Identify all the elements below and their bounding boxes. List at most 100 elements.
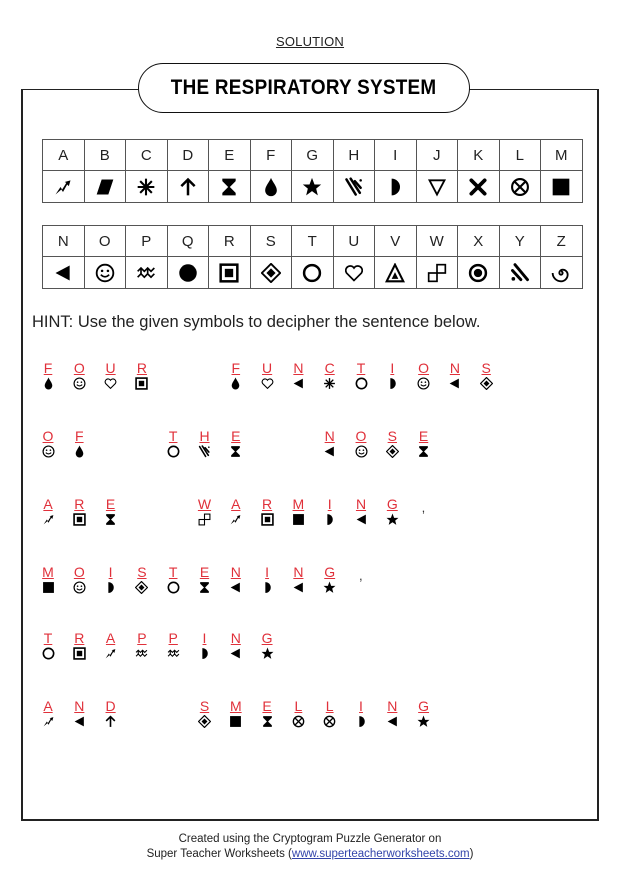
puzzle-cell: E [195, 564, 215, 596]
puzzle-cell: P [132, 630, 152, 662]
puzzle-cell: E [257, 698, 277, 730]
square-in-square-icon [73, 513, 86, 526]
triangle-left-icon [387, 716, 397, 727]
answer-letter: E [231, 428, 241, 444]
key-symbol-h [332, 170, 375, 203]
puzzle-cell: O [69, 564, 89, 596]
answer-letter: E [199, 564, 210, 580]
puzzle-cell: N [288, 360, 308, 392]
key-letter-a: A [42, 139, 85, 171]
key-symbol-u [332, 256, 375, 289]
answer-letter: I [390, 360, 395, 376]
answer-letter: M [229, 698, 242, 714]
square-in-square-icon [135, 377, 149, 390]
answer-letter: O [73, 564, 85, 580]
puzzle-cell: R [257, 496, 277, 528]
puzzle-cell: I [195, 630, 215, 662]
key-letter-s: S [249, 225, 292, 257]
puzzle-cell: L [320, 698, 340, 730]
puzzle-cell: R [132, 360, 152, 392]
puzzle-cell: S [382, 428, 402, 460]
circled-x-icon [292, 715, 305, 728]
answer-letter: F [231, 360, 241, 376]
answer-letter: G [386, 496, 398, 512]
answer-letter: S [387, 428, 397, 444]
key-symbol-e [208, 170, 251, 203]
answer-letter: O [42, 428, 54, 444]
filled-circle-icon [179, 263, 197, 282]
puzzle-cell: N [382, 698, 402, 730]
hint-text: HINT: Use the given symbols to decipher … [32, 313, 481, 331]
triangle-in-triangle-icon [385, 262, 406, 282]
answer-letter: R [74, 496, 85, 512]
footer-link[interactable]: www.superteacherworksheets.com [292, 848, 470, 860]
puzzle-cell: N [351, 496, 371, 528]
ring-icon [167, 445, 180, 458]
answer-letter: I [108, 564, 113, 580]
heart-outline-icon [261, 378, 273, 390]
answer-letter: N [230, 630, 241, 646]
hourglass-icon [200, 582, 209, 594]
key-letter-b: B [83, 139, 126, 171]
diamond-in-diamond-icon [479, 376, 493, 391]
droplet-icon [44, 377, 52, 390]
punctuation-comma: , [421, 500, 426, 515]
answer-letter: L [325, 698, 334, 714]
triangle-left-icon [293, 582, 303, 593]
hourglass-icon [231, 446, 241, 458]
triangle-left-icon [74, 716, 84, 727]
key-symbol-z [540, 256, 583, 289]
answer-letter: S [137, 564, 147, 580]
two-squares-icon [198, 513, 211, 526]
lightning-icon [105, 649, 116, 659]
triangle-left-icon [450, 378, 460, 389]
puzzle-line: ANDSMELLING [0, 698, 620, 734]
half-circle-icon [264, 582, 271, 594]
puzzle-line: M O I S T E N I N G, [0, 564, 620, 600]
droplet-icon [232, 377, 240, 390]
puzzle-cell: O [69, 360, 89, 392]
puzzle-cell: E [101, 496, 121, 528]
puzzle-cell: D [101, 698, 121, 730]
answer-letter: O [73, 360, 85, 376]
diamond-in-diamond-icon [385, 444, 400, 459]
puzzle-cell: S [195, 698, 215, 730]
key-letter-k: K [457, 139, 500, 171]
puzzle-cell: R [69, 630, 89, 662]
key-letter-r: R [208, 225, 251, 257]
key-letter-i: I [374, 139, 417, 171]
puzzle-cell: N [320, 428, 340, 460]
key-symbol-x [457, 256, 500, 289]
answer-letter: F [43, 360, 53, 376]
answer-letter: F [75, 428, 84, 444]
lightning-icon [230, 515, 241, 525]
cipher-key-table-a-m: ABCDEFGHIJKLM [42, 139, 583, 203]
answer-letter: C [324, 360, 335, 376]
puzzle-cell: M [38, 564, 58, 596]
puzzle-cell: I [351, 698, 371, 730]
bullseye-icon [469, 263, 488, 282]
puzzle-cell: A [38, 496, 58, 528]
puzzle-cell: N [445, 360, 465, 392]
lightning-icon [43, 717, 53, 727]
filled-square-icon [42, 582, 54, 594]
puzzle-cell: U [101, 360, 121, 392]
lightning-icon [43, 515, 53, 525]
answer-letter: O [355, 428, 367, 444]
spiral-icon [552, 268, 569, 282]
key-letter-j: J [415, 139, 458, 171]
answer-letter: E [262, 698, 272, 714]
asterisk-icon [137, 178, 155, 195]
puzzle-cell: S [132, 564, 152, 596]
puzzle-cell: W [195, 496, 215, 528]
puzzle-cell: A [38, 698, 58, 730]
answer-letter: G [261, 630, 273, 646]
puzzle-cell: U [257, 360, 277, 392]
key-symbol-l [498, 170, 541, 203]
puzzle-cell: A [226, 496, 246, 528]
key-letter-d: D [166, 139, 209, 171]
diamond-in-diamond-icon [197, 714, 212, 729]
triangle-left-icon [324, 446, 335, 457]
half-circle-icon [358, 716, 365, 728]
two-squares-icon [427, 263, 446, 282]
